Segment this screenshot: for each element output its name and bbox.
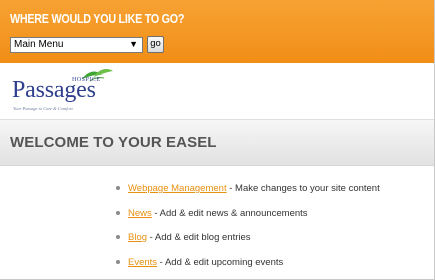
top-nav-bar: WHERE WOULD YOU LIKE TO GO? Main Menu ▼ …	[0, 0, 434, 63]
blog-link[interactable]: Blog	[128, 232, 147, 243]
chevron-down-icon: ▼	[129, 39, 138, 49]
link-description: - Make changes to your site content	[226, 183, 380, 194]
list-item: Events - Add & edit upcoming events	[116, 257, 434, 280]
link-description: - Add & edit upcoming events	[157, 256, 284, 268]
go-button[interactable]: go	[147, 36, 164, 53]
nav-title: WHERE WOULD YOU LIKE TO GO?	[10, 12, 185, 26]
passages-hospice-logo[interactable]: HOSPICE Passages Your Passage to Care & …	[12, 69, 142, 115]
main-menu-select-value: Main Menu	[14, 39, 64, 50]
logo-wordmark: Passages	[12, 77, 96, 103]
main-menu-select[interactable]: Main Menu ▼	[10, 37, 143, 53]
news-link[interactable]: News	[128, 208, 152, 219]
list-item: Blog - Add & edit blog entries	[116, 232, 434, 257]
bullet-icon	[116, 259, 120, 264]
logo-band: HOSPICE Passages Your Passage to Care & …	[0, 63, 434, 120]
easel-window: WHERE WOULD YOU LIKE TO GO? Main Menu ▼ …	[0, 0, 435, 280]
bullet-icon	[116, 186, 120, 190]
link-description: - Add & edit blog entries	[147, 232, 251, 243]
logo-tagline: Your Passage to Care & Comfort	[13, 106, 73, 111]
webpage-management-link[interactable]: Webpage Management	[128, 183, 227, 194]
page-title: WELCOME TO YOUR EASEL	[10, 134, 217, 151]
admin-links-list: Webpage Management - Make changes to you…	[116, 183, 434, 280]
events-link[interactable]: Events	[128, 257, 157, 268]
list-item: Webpage Management - Make changes to you…	[116, 183, 434, 208]
link-description: - Add & edit news & announcements	[151, 207, 308, 219]
welcome-header: WELCOME TO YOUR EASEL	[0, 120, 434, 166]
bullet-icon	[116, 235, 120, 239]
list-item: News - Add & edit news & announcements	[116, 208, 434, 233]
bullet-icon	[116, 210, 120, 215]
